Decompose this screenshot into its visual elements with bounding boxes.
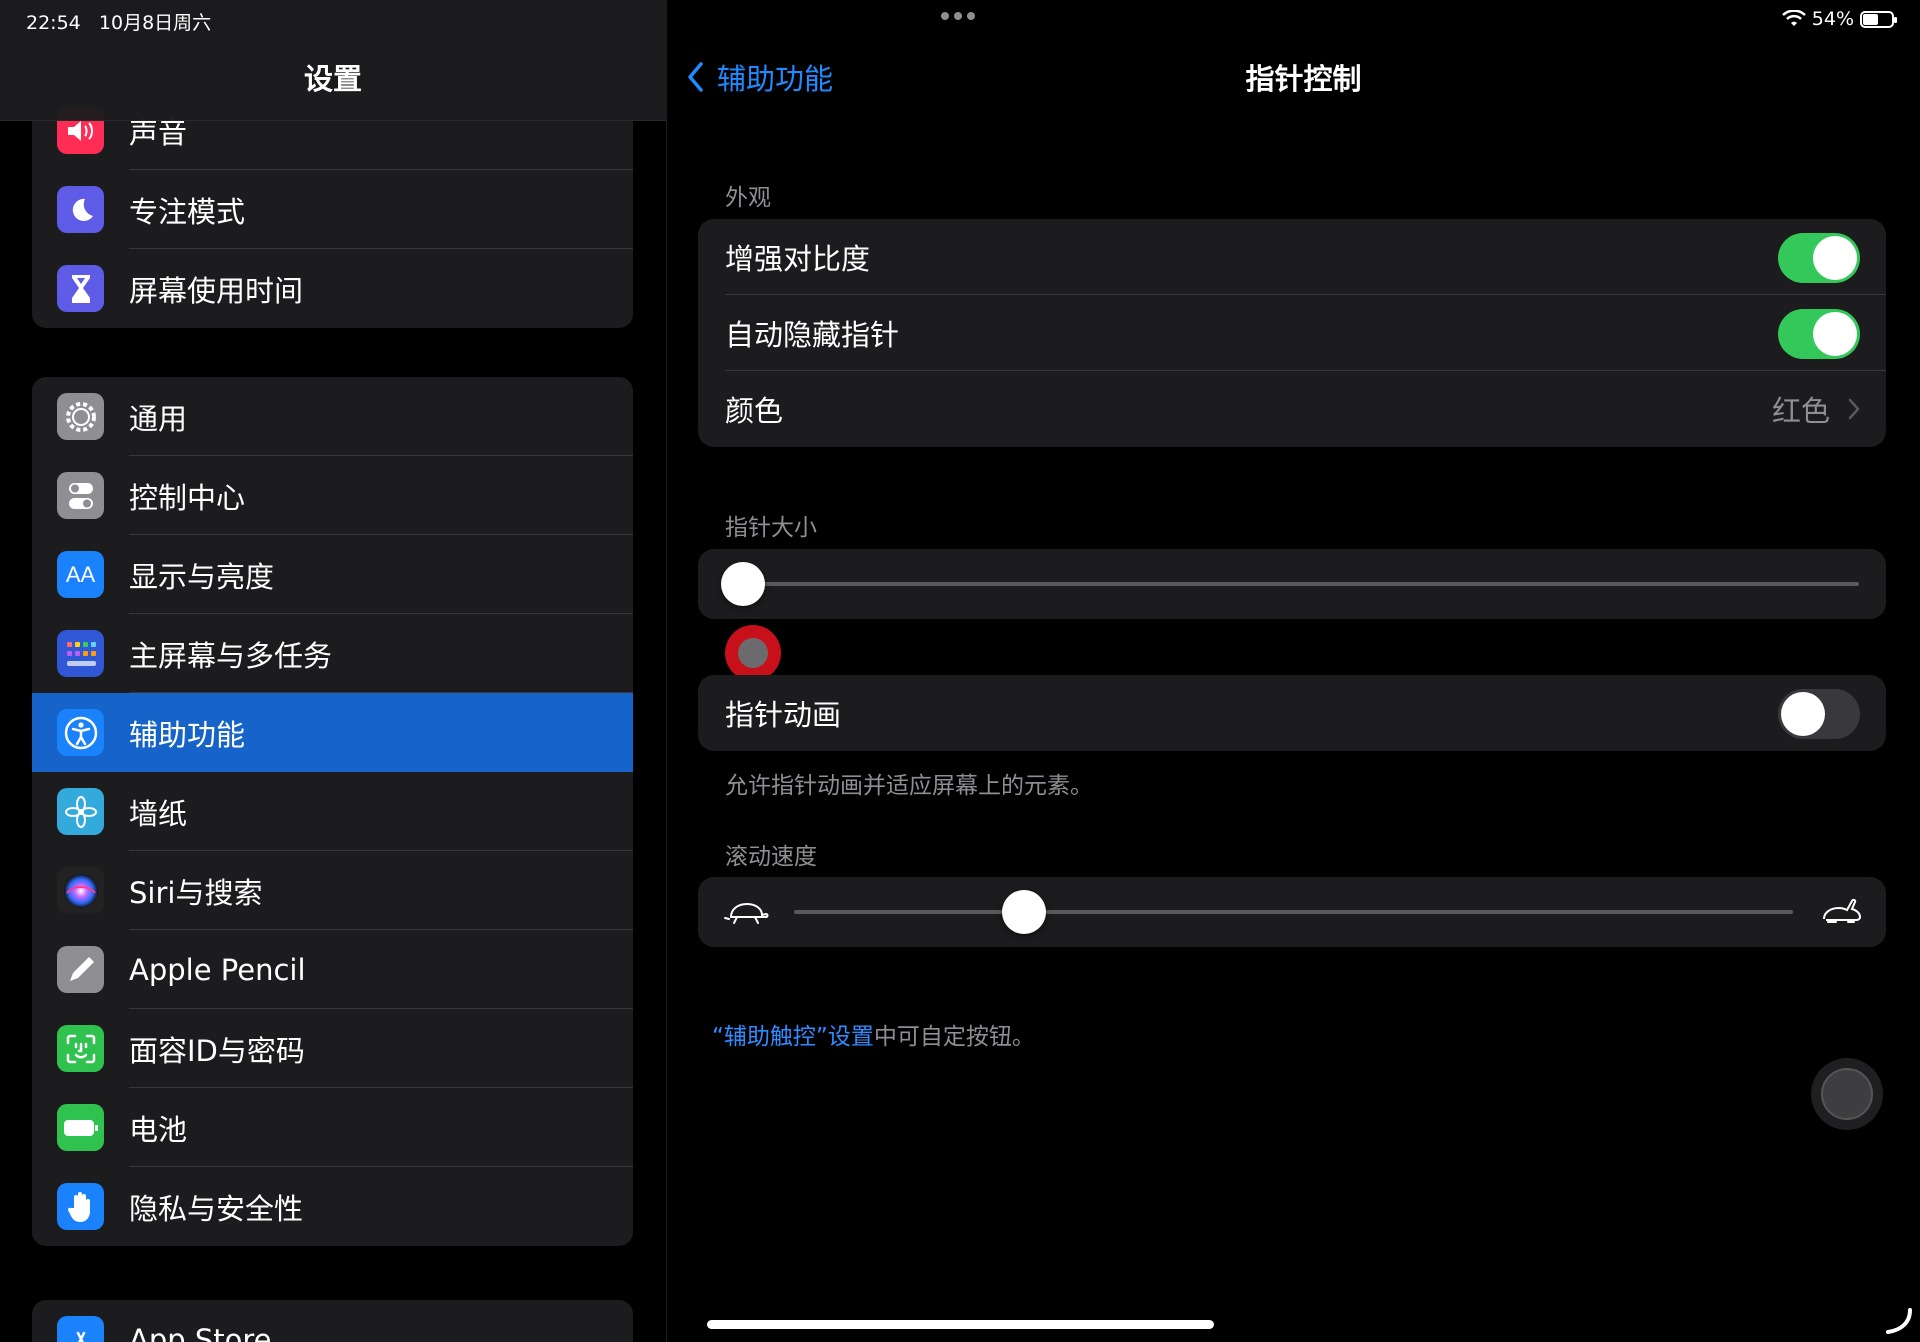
auto-hide-pointer-toggle[interactable] <box>1778 309 1860 359</box>
battery-icon <box>57 1104 104 1151</box>
sidebar-item-label: 主屏幕与多任务 <box>129 638 333 673</box>
status-bar-right: 54% <box>1781 8 1897 30</box>
sidebar-item-label: App Store <box>129 1322 272 1342</box>
pencil-icon <box>57 946 104 993</box>
rabbit-icon <box>1823 898 1862 923</box>
sidebar-item-battery[interactable]: 电池 <box>32 1088 633 1167</box>
faceid-icon <box>57 1025 104 1072</box>
auto-hide-pointer-row: 自动隐藏指针 <box>698 295 1886 371</box>
assistive-touch-settings-link[interactable]: “辅助触控”设置 <box>712 1024 874 1050</box>
sidebar-item-label: 控制中心 <box>129 480 246 515</box>
chevron-right-icon <box>1848 398 1860 420</box>
sidebar-item-label: 屏幕使用时间 <box>129 273 304 308</box>
moon-icon <box>57 186 104 233</box>
sidebar-item-apple-pencil[interactable]: Apple Pencil <box>32 930 633 1009</box>
sidebar-group-1: 声音 专注模式 屏幕使用时间 <box>32 91 633 328</box>
hourglass-icon <box>57 265 104 312</box>
gear-icon <box>57 393 104 440</box>
scroll-speed-slider-track[interactable] <box>794 910 1793 914</box>
auto-hide-pointer-label: 自动隐藏指针 <box>725 318 900 352</box>
sidebar-item-label: 面容ID与密码 <box>129 1033 305 1068</box>
sidebar-item-wallpaper[interactable]: 墙纸 <box>32 772 633 851</box>
sidebar-item-label: Apple Pencil <box>129 952 306 987</box>
sidebar-item-display[interactable]: AA 显示与亮度 <box>32 535 633 614</box>
toggles-icon <box>57 472 104 519</box>
pointer-animation-row: 指针动画 <box>698 675 1886 751</box>
sidebar-item-label: Siri与搜索 <box>129 875 263 910</box>
sidebar-item-label: 通用 <box>129 401 188 436</box>
pointer-size-slider-thumb[interactable] <box>721 562 765 606</box>
quick-note-corner-icon[interactable] <box>1886 1308 1912 1334</box>
turtle-icon <box>724 902 769 924</box>
status-time-date: 22:54 10月8日周六 <box>26 8 211 35</box>
pointer-size-slider-track[interactable] <box>743 582 1859 586</box>
increase-contrast-row: 增强对比度 <box>698 219 1886 295</box>
sidebar-item-focus[interactable]: 专注模式 <box>32 170 633 249</box>
assistive-touch-footnote-suffix: 中可自定按钮。 <box>873 1024 1035 1050</box>
pointer-control-pane: 54% 辅助功能 指针控制 外观 增强对比度 自动隐藏指针 颜色 红色 指针大小 <box>667 0 1920 1342</box>
battery-level-fill <box>1863 13 1879 25</box>
sidebar-group-2: 通用 控制中心 AA 显示与亮度 主屏幕与多任务 辅助功能 墙纸 Siri与搜索… <box>32 377 633 1246</box>
text-size-icon: AA <box>57 551 104 598</box>
sidebar-item-label: 辅助功能 <box>129 717 246 752</box>
home-indicator[interactable] <box>707 1320 1214 1329</box>
sidebar-item-label: 墙纸 <box>129 796 188 831</box>
scroll-speed-slider-thumb[interactable] <box>1001 890 1046 934</box>
appearance-section-header: 外观 <box>725 185 771 211</box>
color-value-group: 红色 <box>1772 388 1860 430</box>
sidebar-item-accessibility[interactable]: 辅助功能 <box>32 693 633 772</box>
increase-contrast-label: 增强对比度 <box>725 242 871 276</box>
battery-status-icon <box>1860 10 1897 28</box>
status-time: 22:54 <box>26 12 81 34</box>
pointer-animation-footnote: 允许指针动画并适应屏幕上的元素。 <box>725 773 1093 799</box>
appearance-card: 增强对比度 自动隐藏指针 颜色 红色 <box>698 219 1886 447</box>
sidebar-item-privacy[interactable]: 隐私与安全性 <box>32 1167 633 1246</box>
sidebar-title: 设置 <box>303 62 362 96</box>
sidebar-item-screen-time[interactable]: 屏幕使用时间 <box>32 249 633 328</box>
scroll-speed-section-header: 滚动速度 <box>725 844 817 870</box>
assistive-touch-footnote: “辅助触控”设置中可自定按钮。 <box>712 1017 1035 1051</box>
hand-icon <box>57 1183 104 1230</box>
scroll-speed-card <box>698 877 1886 947</box>
accessibility-icon <box>57 709 104 756</box>
sidebar-item-app-store[interactable]: App Store <box>32 1300 633 1342</box>
sidebar-item-siri[interactable]: Siri与搜索 <box>32 851 633 930</box>
pointer-cursor <box>725 625 781 681</box>
sidebar-header: 22:54 10月8日周六 设置 <box>0 0 666 121</box>
sidebar-item-label: 隐私与安全性 <box>129 1191 304 1226</box>
pointer-animation-toggle[interactable] <box>1778 689 1860 739</box>
sidebar-item-home-screen[interactable]: 主屏幕与多任务 <box>32 614 633 693</box>
color-label: 颜色 <box>725 394 784 428</box>
sidebar-item-control-center[interactable]: 控制中心 <box>32 456 633 535</box>
sidebar-item-label: 专注模式 <box>129 194 246 229</box>
battery-percent: 54% <box>1811 8 1854 30</box>
color-row[interactable]: 颜色 红色 <box>698 371 1886 447</box>
flower-icon <box>57 788 104 835</box>
multitasking-dots[interactable] <box>941 12 981 24</box>
grid-icon <box>57 630 104 677</box>
pointer-size-card <box>698 549 1886 619</box>
sidebar-item-label: 显示与亮度 <box>129 559 275 594</box>
sidebar-item-face-id[interactable]: 面容ID与密码 <box>32 1009 633 1088</box>
sidebar-item-general[interactable]: 通用 <box>32 377 633 456</box>
page-title: 指针控制 <box>1245 62 1362 96</box>
pointer-animation-card: 指针动画 <box>698 675 1886 751</box>
sidebar-item-label: 电池 <box>129 1112 188 1147</box>
settings-sidebar: 22:54 10月8日周六 设置 声音 专注模式 屏幕使用时间 通用 控制中心 … <box>0 0 667 1342</box>
color-value: 红色 <box>1771 394 1830 428</box>
assistive-touch-button[interactable] <box>1811 1058 1883 1130</box>
sidebar-group-3: App Store <box>32 1300 633 1342</box>
wifi-icon <box>1781 10 1806 26</box>
pointer-animation-label: 指针动画 <box>725 698 842 732</box>
status-date: 10月8日周六 <box>98 12 212 34</box>
increase-contrast-toggle[interactable] <box>1778 233 1860 283</box>
pointer-size-section-header: 指针大小 <box>725 515 817 541</box>
app-store-icon <box>57 1316 104 1342</box>
siri-icon <box>57 867 104 914</box>
